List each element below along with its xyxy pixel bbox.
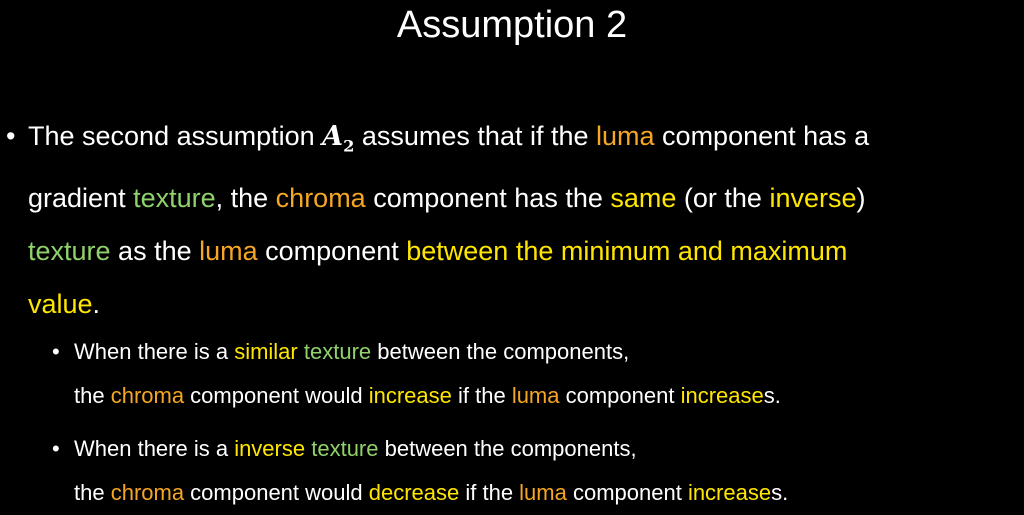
sub-bullet-line: When there is a inverse texture between …: [74, 427, 1024, 471]
bullet-marker: •: [6, 121, 16, 151]
main-bullet-line: gradient texture, the chroma component h…: [28, 172, 1024, 225]
highlighted-term: increase: [687, 480, 772, 505]
text-segment: .: [92, 289, 101, 320]
highlighted-term: texture: [303, 339, 372, 364]
highlighted-term: luma: [199, 236, 258, 267]
highlighted-term: increase: [368, 383, 452, 408]
text-segment: s.: [763, 383, 781, 408]
highlighted-term: decrease: [368, 480, 460, 505]
highlighted-term: increase: [680, 383, 764, 408]
text-segment: as the: [110, 236, 200, 267]
highlighted-term: value: [28, 289, 93, 320]
main-bullet-text: The second assumption A2 assumes that if…: [28, 110, 1024, 331]
text-segment: s.: [771, 480, 789, 505]
sub-bullet-text: When there is a inverse texture between …: [74, 427, 1024, 515]
highlighted-term: texture: [133, 183, 216, 214]
sub-bullet-line: the chroma component would increase if t…: [74, 374, 1024, 418]
math-symbol: A2: [322, 121, 355, 156]
text-segment: When there is a: [74, 339, 235, 364]
highlighted-term: chroma: [275, 183, 366, 214]
text-segment: component has the: [365, 183, 611, 214]
text-segment: gradient: [28, 183, 134, 214]
highlighted-term: luma: [596, 121, 655, 151]
text-segment: assumes that if the: [354, 121, 597, 151]
highlighted-term: texture: [28, 236, 111, 267]
slide-title: Assumption 2: [396, 4, 628, 46]
main-bullet-line: texture as the luma component between th…: [28, 225, 1024, 278]
highlighted-term: chroma: [110, 480, 185, 505]
text-segment: the: [74, 480, 111, 505]
sub-bullet-line: When there is a similar texture between …: [74, 330, 1024, 374]
text-segment: if the: [459, 480, 520, 505]
sub-bullet-inverse: • When there is a inverse texture betwee…: [52, 427, 1024, 515]
text-segment: ): [856, 183, 866, 214]
sub-bullet-text: When there is a similar texture between …: [74, 330, 1024, 418]
highlighted-term: texture: [311, 436, 379, 461]
sub-bullet-line: the chroma component would decrease if t…: [74, 471, 1024, 515]
highlighted-term: chroma: [110, 383, 185, 408]
text-segment: component would: [184, 383, 369, 408]
text-segment: between the components,: [378, 436, 637, 461]
highlighted-term: same: [610, 183, 677, 214]
text-segment: The second assumption: [28, 121, 323, 151]
math-subscript: 2: [343, 136, 355, 156]
highlighted-term: luma: [519, 480, 567, 505]
text-segment: if the: [451, 383, 512, 408]
text-segment: component has a: [654, 121, 870, 151]
text-segment: component would: [184, 480, 369, 505]
text-segment: When there is a: [74, 436, 235, 461]
highlighted-term: similar: [234, 339, 298, 364]
main-bullet-line: value.: [28, 278, 1024, 331]
text-segment: , the: [215, 183, 276, 214]
text-segment: component: [257, 236, 407, 267]
main-bullet: • The second assumption A2 assumes that …: [6, 110, 1024, 331]
slide: Assumption 2 • The second assumption A2 …: [0, 0, 1024, 512]
bullet-marker: •: [52, 436, 60, 461]
highlighted-term: inverse: [769, 183, 857, 214]
text-segment: (or the: [676, 183, 770, 214]
text-segment: the: [74, 383, 111, 408]
highlighted-term: inverse: [234, 436, 306, 461]
highlighted-term: luma: [511, 383, 560, 408]
text-segment: component: [566, 480, 688, 505]
math-variable: A: [322, 121, 344, 152]
sub-bullet-similar: • When there is a similar texture betwee…: [52, 330, 1024, 418]
highlighted-term: between the minimum and maximum: [406, 236, 848, 267]
main-bullet-line: The second assumption A2 assumes that if…: [28, 110, 1024, 172]
text-segment: component: [559, 383, 681, 408]
bullet-marker: •: [52, 339, 60, 364]
text-segment: between the components,: [371, 339, 630, 364]
